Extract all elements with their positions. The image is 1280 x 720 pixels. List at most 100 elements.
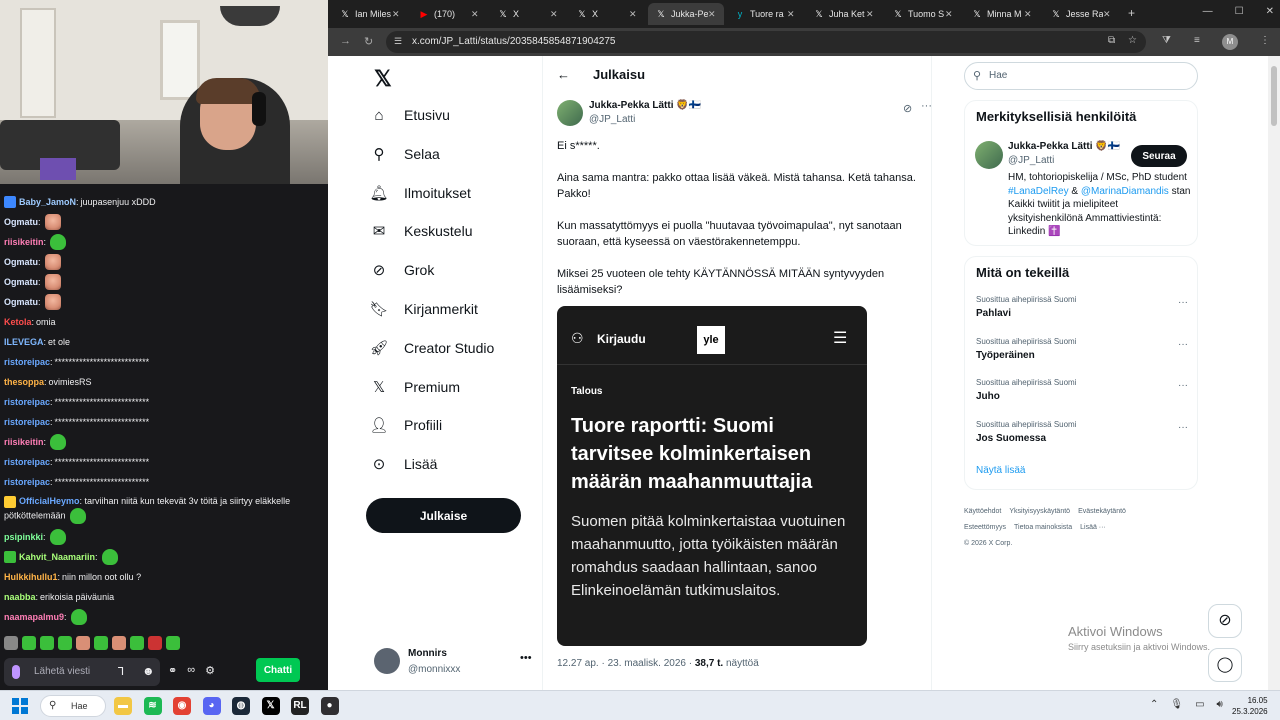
browser-tab[interactable]: 𝕏 Jukka-Pe ✕ <box>648 3 724 25</box>
person-handle[interactable]: @JP_Latti <box>1008 155 1054 166</box>
more-icon[interactable]: ••• <box>520 652 532 664</box>
obs-icon[interactable]: ● <box>320 697 339 715</box>
back-arrow-icon[interactable]: ← <box>557 67 570 82</box>
browser-tab[interactable]: ▶ (170) ✕ <box>411 3 487 25</box>
tab-close-icon[interactable]: ✕ <box>629 9 641 20</box>
post-more-icon[interactable]: ··· <box>921 100 932 112</box>
hashtag-link[interactable]: #LanaDelRey <box>1008 186 1069 197</box>
chat-username[interactable]: ristoreipac <box>4 392 50 412</box>
browser-menu-icon[interactable]: ⋮ <box>1260 35 1270 46</box>
chat-username[interactable]: riisikeitin <box>4 232 44 252</box>
browser-tab[interactable]: 𝕏 X ✕ <box>490 3 566 25</box>
address-bar[interactable]: ☰ x.com/JP_Latti/status/2035845854871904… <box>386 31 1146 53</box>
browser-tab[interactable]: y Tuore ra ✕ <box>727 3 803 25</box>
taskbar-clock[interactable]: 16.05 25.3.2026 <box>1232 695 1268 717</box>
file-explorer-icon[interactable]: ▬ <box>114 697 132 715</box>
search-box[interactable]: ⚲ Hae <box>964 62 1198 90</box>
site-info-icon[interactable]: ☰ <box>394 36 402 47</box>
volume-icon[interactable]: 🔊︎ <box>1217 699 1223 710</box>
tab-close-icon[interactable]: ✕ <box>392 9 404 20</box>
follow-button[interactable]: Seuraa <box>1131 145 1187 167</box>
author-handle[interactable]: @JP_Latti <box>589 114 635 125</box>
x-icon[interactable]: 𝕏 <box>261 697 280 715</box>
author-name[interactable]: Jukka-Pekka Lätti 🦁🇫🇮 <box>589 100 701 111</box>
trend-more-icon[interactable]: ··· <box>1178 297 1188 308</box>
trend-item[interactable]: Suosittua aihepiirissä Suomi Työperäinen ·… <box>976 337 1188 371</box>
nav-item-premium[interactable]: 𝕏 Premium <box>366 372 460 402</box>
browser-tab[interactable]: 𝕏 Minna M ✕ <box>964 3 1040 25</box>
chat-username[interactable]: Ogmatu <box>4 212 38 232</box>
chat-input[interactable]: Lähetä viesti ⅂ ☻ <box>4 658 160 686</box>
chrome-icon[interactable]: ◉ <box>173 697 191 715</box>
chat-username[interactable]: naamapalmu9 <box>4 607 64 627</box>
chevron-up-icon[interactable]: ⌃ <box>1150 699 1158 710</box>
person-name[interactable]: Jukka-Pekka Lätti 🦁🇫🇮 <box>1008 141 1120 152</box>
browser-tab[interactable]: 𝕏 X ✕ <box>569 3 645 25</box>
x-logo-icon[interactable]: 𝕏 <box>374 66 392 92</box>
account-switcher[interactable]: Monnirs @monnixxx ••• <box>374 646 534 680</box>
footer-link[interactable]: Yksityisyyskäytäntö <box>1009 508 1070 515</box>
chat-username[interactable]: riisikeitin <box>4 432 44 452</box>
tab-close-icon[interactable]: ✕ <box>1024 9 1036 20</box>
post-button[interactable]: Julkaise <box>366 498 521 533</box>
attached-image[interactable]: ⚇ Kirjaudu yle ☰ Talous Tuore raportti: … <box>557 306 867 646</box>
nav-item-home[interactable]: ⌂ Etusivu <box>366 100 449 130</box>
windows-start-icon[interactable] <box>12 698 28 714</box>
nav-item-messages[interactable]: ✉ Keskustelu <box>366 216 473 246</box>
nav-item-notifications[interactable]: 🔔︎ Ilmoitukset <box>366 178 470 208</box>
minimize-icon[interactable]: — <box>1203 6 1213 17</box>
footer-link[interactable]: Käyttöehdot <box>964 508 1001 515</box>
browser-tab[interactable]: 𝕏 Ian Miles ✕ <box>332 3 408 25</box>
bookmark-star-icon[interactable]: ☆ <box>1128 35 1137 46</box>
tab-close-icon[interactable]: ✕ <box>945 9 957 20</box>
chat-username[interactable]: thesoppa <box>4 372 44 392</box>
tab-close-icon[interactable]: ✕ <box>708 9 720 20</box>
chat-username[interactable]: Ogmatu <box>4 292 38 312</box>
person-avatar[interactable] <box>975 141 1003 169</box>
grok-icon[interactable]: ⊘ <box>903 102 912 115</box>
discord-icon[interactable]: ◕ <box>202 697 221 715</box>
taskbar-search[interactable]: ⚲ Hae <box>40 695 106 717</box>
chat-username[interactable]: ristoreipac <box>4 352 50 372</box>
grok-floating-button[interactable]: ⊘ <box>1208 604 1242 638</box>
media-icon[interactable]: ≡ <box>1194 35 1200 46</box>
chat-username[interactable]: Baby_JamoN <box>19 192 76 212</box>
chat-username[interactable]: Ogmatu <box>4 272 38 292</box>
trend-item[interactable]: Suosittua aihepiirissä Suomi Pahlavi ··· <box>976 295 1188 329</box>
footer-link[interactable]: Evästekäytäntö <box>1078 508 1126 515</box>
extensions-icon[interactable]: ⧩ <box>1162 35 1171 46</box>
footer-link[interactable]: Esteettömyys <box>964 524 1006 531</box>
trend-more-icon[interactable]: ··· <box>1178 422 1188 433</box>
nav-item-creator-studio[interactable]: 🚀︎ Creator Studio <box>366 333 494 363</box>
microphone-icon[interactable]: 🎙︎ <box>1170 699 1183 710</box>
maximize-icon[interactable]: ☐ <box>1235 6 1244 17</box>
trend-item[interactable]: Suosittua aihepiirissä Suomi Jos Suomessa… <box>976 420 1188 454</box>
footer-link[interactable]: © 2026 X Corp. <box>964 540 1012 547</box>
chat-username[interactable]: ristoreipac <box>4 472 50 492</box>
browser-tab[interactable]: 𝕏 Jesse Ra ✕ <box>1043 3 1119 25</box>
tab-close-icon[interactable]: ✕ <box>471 9 483 20</box>
messages-floating-button[interactable]: ◯ <box>1208 648 1242 682</box>
trend-more-icon[interactable]: ··· <box>1178 380 1188 391</box>
author-avatar[interactable] <box>557 100 583 126</box>
chat-username[interactable]: Kahvit_Naamariin <box>19 547 95 567</box>
browser-tab[interactable]: 𝕏 Tuomo S ✕ <box>885 3 961 25</box>
spotify-icon[interactable]: ≋ <box>143 697 162 715</box>
post-time[interactable]: 12.27 ap. · 23. maalisk. 2026 · <box>557 658 695 669</box>
chat-username[interactable]: ristoreipac <box>4 412 50 432</box>
chat-username[interactable]: ristoreipac <box>4 452 50 472</box>
emote-picker-icon[interactable]: ☻ <box>142 664 155 678</box>
browser-tab[interactable]: 𝕏 Juha Ket ✕ <box>806 3 882 25</box>
chat-username[interactable]: OfficialHeymo <box>19 496 80 506</box>
tab-close-icon[interactable]: ✕ <box>866 9 878 20</box>
chat-username[interactable]: Hulkkihullu1 <box>4 567 58 587</box>
reload-icon[interactable]: ↻ <box>364 35 373 48</box>
show-more-link[interactable]: Näytä lisää <box>976 465 1025 476</box>
network-icon[interactable]: ▭ <box>1195 699 1204 710</box>
infinity-icon[interactable]: ∞ <box>187 664 195 677</box>
tab-close-icon[interactable]: ✕ <box>1103 9 1115 20</box>
new-tab-icon[interactable]: + <box>1128 6 1135 20</box>
nav-item-explore[interactable]: ⚲ Selaa <box>366 139 440 169</box>
chat-username[interactable]: Ketola <box>4 312 32 332</box>
rl-icon[interactable]: RL <box>291 697 309 715</box>
